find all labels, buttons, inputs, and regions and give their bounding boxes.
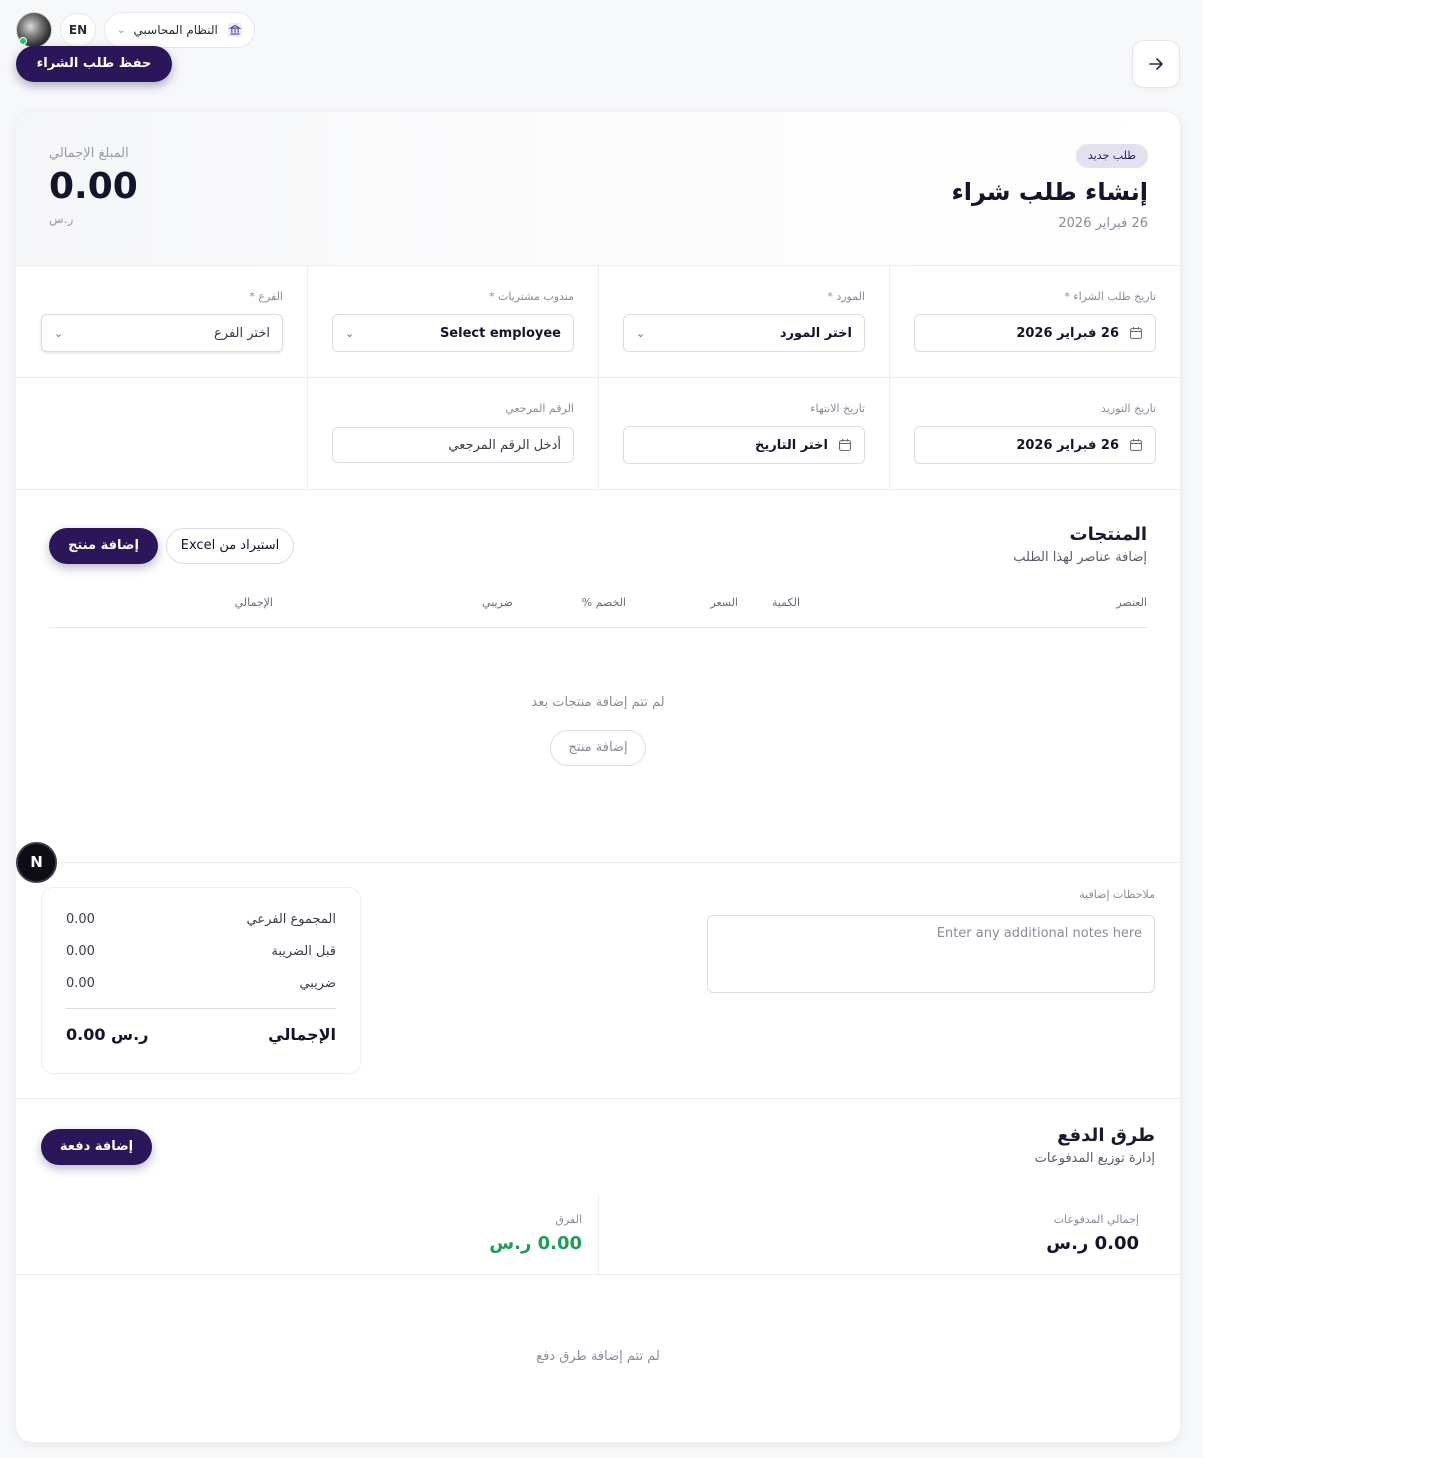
tax-value: 0.00 — [66, 976, 95, 991]
payments-stats: إجمالي المدفوعات 0.00 ر.س الفرق 0.00 ر.س — [16, 1195, 1180, 1275]
language-toggle-button[interactable]: EN — [60, 13, 96, 47]
purchase-order-card: طلب جديد إنشاء طلب شراء 26 فبراير 2026 ا… — [16, 112, 1180, 1442]
supplier-label: المورد * — [827, 290, 865, 303]
reference-input[interactable]: أدخل الرقم المرجعي — [332, 427, 574, 463]
calendar-icon — [1129, 327, 1143, 340]
chevron-down-icon: ⌄ — [117, 24, 126, 36]
branch-select[interactable]: اختر الفرع ⌄ — [41, 314, 283, 352]
field-order-date: تاريخ طلب الشراء * 26 فبراير 2026 — [889, 266, 1180, 377]
subtotal-value: 0.00 — [66, 912, 95, 927]
section-divider — [16, 1098, 1180, 1099]
difference-value: 0.00 ر.س — [489, 1233, 582, 1254]
summary-subtotal-row: 0.00 المجموع الفرعي — [66, 912, 336, 927]
products-empty-text: لم تتم إضافة منتجات بعد — [531, 695, 665, 710]
summary-total-row: 0.00 ر.س الإجمالي — [66, 1025, 336, 1044]
right-panel — [1203, 0, 1440, 1458]
page-title: إنشاء طلب شراء — [951, 178, 1149, 206]
chevron-down-icon: ⌄ — [345, 326, 355, 340]
delivery-date-picker[interactable]: 26 فبراير 2026 — [914, 426, 1156, 464]
products-subtitle: إضافة عناصر لهذا الطلب — [1013, 550, 1147, 565]
import-excel-button[interactable]: استيراد من Excel — [166, 528, 294, 564]
notes-label: ملاحظات إضافية — [1079, 888, 1155, 901]
bank-icon — [227, 22, 243, 38]
column-item: العنصر — [1116, 596, 1147, 609]
calendar-icon — [838, 439, 852, 452]
notes-textarea[interactable]: Enter any additional notes here — [707, 915, 1155, 993]
purchaser-label: مندوب مشتريات * — [488, 290, 574, 303]
total-paid-label: إجمالي المدفوعات — [1053, 1213, 1139, 1226]
column-discount: الخصم % — [581, 596, 626, 609]
field-branch: الفرع * اختر الفرع ⌄ — [16, 266, 307, 377]
supplier-select[interactable]: اختر المورد ⌄ — [623, 314, 865, 352]
summary-total-label: الإجمالي — [268, 1025, 336, 1044]
system-switcher-label: النظام المحاسبي — [133, 23, 218, 37]
save-purchase-order-button[interactable]: حفظ طلب الشراء — [16, 46, 172, 82]
purchaser-select[interactable]: Select employee ⌄ — [332, 314, 574, 352]
field-reference: الرقم المرجعي أدخل الرقم المرجعي — [307, 378, 598, 489]
order-date-value: 26 فبراير 2026 — [1016, 325, 1119, 341]
order-date-picker[interactable]: 26 فبراير 2026 — [914, 314, 1156, 352]
field-purchaser: مندوب مشتريات * Select employee ⌄ — [307, 266, 598, 377]
summary-total-value: 0.00 ر.س — [66, 1025, 149, 1044]
delivery-date-label: تاريخ التوريد — [1101, 402, 1156, 415]
reference-placeholder: أدخل الرقم المرجعي — [448, 437, 561, 453]
calendar-icon — [1129, 439, 1143, 452]
add-payment-button[interactable]: إضافة دفعة — [41, 1129, 152, 1165]
pretax-value: 0.00 — [66, 944, 95, 959]
products-title: المنتجات — [1069, 524, 1147, 545]
floating-action-button[interactable]: N — [16, 842, 57, 883]
field-supplier: المورد * اختر المورد ⌄ — [598, 266, 889, 377]
arrow-right-icon — [1149, 58, 1163, 70]
section-divider — [16, 862, 1180, 863]
summary-divider — [66, 1008, 336, 1009]
column-qty: الكمية — [771, 596, 800, 609]
reference-label: الرقم المرجعي — [505, 402, 574, 415]
column-price: السعر — [710, 596, 738, 609]
field-empty — [16, 378, 307, 489]
total-paid-value: 0.00 ر.س — [1046, 1233, 1139, 1254]
field-delivery-date: تاريخ التوريد 26 فبراير 2026 — [889, 378, 1180, 489]
chevron-down-icon: ⌄ — [636, 326, 646, 340]
payments-title: طرق الدفع — [1057, 1125, 1155, 1146]
subtotal-label: المجموع الفرعي — [246, 912, 336, 927]
avatar[interactable] — [16, 12, 52, 48]
order-summary: 0.00 المجموع الفرعي 0.00 قبل الضريبة 0.0… — [41, 887, 361, 1074]
field-expiry-date: تاريخ الانتهاء اختر التاريخ — [598, 378, 889, 489]
supplier-value: اختر المورد — [779, 325, 852, 341]
form-row-main: تاريخ طلب الشراء * 26 فبراير 2026 المورد… — [16, 266, 1180, 378]
status-badge: طلب جديد — [1075, 144, 1148, 168]
order-header: طلب جديد إنشاء طلب شراء 26 فبراير 2026 ا… — [16, 112, 1180, 266]
back-button[interactable] — [1132, 40, 1180, 88]
total-amount-label: المبلغ الإجمالي — [49, 146, 129, 161]
payments-subtitle: إدارة توزيع المدفوعات — [1034, 1151, 1155, 1166]
tax-label: ضريبي — [299, 976, 336, 991]
summary-pretax-row: 0.00 قبل الضريبة — [66, 944, 336, 959]
expiry-date-picker[interactable]: اختر التاريخ — [623, 426, 865, 464]
order-date-label: تاريخ طلب الشراء * — [1064, 290, 1156, 303]
expiry-date-label: تاريخ الانتهاء — [810, 402, 865, 415]
header-date: 26 فبراير 2026 — [1058, 216, 1148, 231]
products-table-header: العنصر الكمية السعر الخصم % ضريبي الإجما… — [49, 590, 1147, 628]
difference-label: الفرق — [555, 1213, 582, 1226]
form-row-extra: تاريخ التوريد 26 فبراير 2026 تاريخ الانت… — [16, 378, 1180, 490]
empty-add-product-button[interactable]: إضافة منتج — [550, 730, 646, 766]
system-switcher[interactable]: النظام المحاسبي ⌄ — [104, 12, 255, 48]
expiry-date-value: اختر التاريخ — [754, 437, 828, 453]
stats-divider — [598, 1195, 599, 1275]
purchaser-value: Select employee — [439, 325, 561, 341]
total-amount-currency: ر.س — [49, 212, 74, 226]
online-status-dot — [19, 37, 27, 45]
chevron-down-icon: ⌄ — [54, 326, 64, 340]
delivery-date-value: 26 فبراير 2026 — [1016, 437, 1119, 453]
total-amount-value: 0.00 — [49, 166, 138, 207]
column-total: الإجمالي — [234, 596, 273, 609]
add-product-button[interactable]: إضافة منتج — [49, 528, 158, 564]
column-tax: ضريبي — [482, 596, 513, 609]
branch-label: الفرع * — [249, 290, 283, 303]
summary-tax-row: 0.00 ضريبي — [66, 976, 336, 991]
branch-value: اختر الفرع — [214, 325, 270, 341]
payments-empty-text: لم تتم إضافة طرق دفع — [536, 1349, 660, 1364]
pretax-label: قبل الضريبة — [271, 944, 336, 959]
